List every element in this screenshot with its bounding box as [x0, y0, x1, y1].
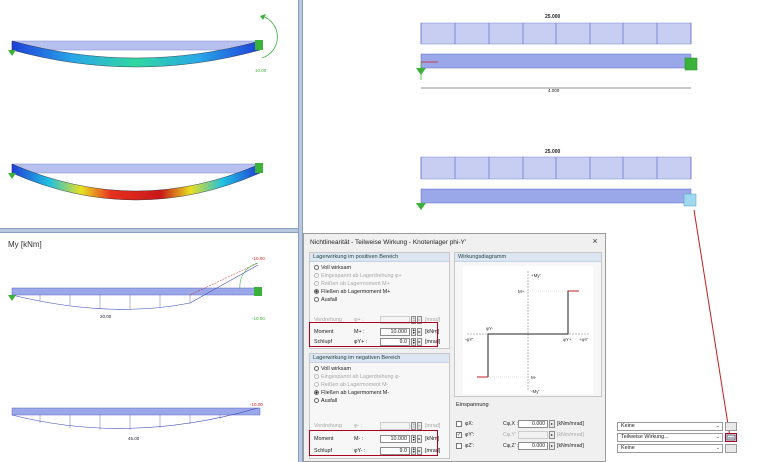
support-right-icon-2 — [255, 163, 263, 173]
close-icon[interactable]: × — [590, 236, 600, 246]
radio-icon — [314, 382, 319, 387]
clamp-row-phi-z: φZ': Cφ,Z' : 0.000 ▸ [kNm/mrad] — [456, 442, 602, 450]
clamp-row-phi-x: φX: Cφ,X : 0.000 ▸ [kNm/mrad] — [456, 420, 602, 428]
axis-bottom-label: -My' — [531, 389, 539, 394]
neg-option-clamped[interactable]: Eingespannt ab Lagerdrehung φ- — [314, 374, 400, 381]
moment-support-left-icon — [8, 295, 16, 301]
arrow-right-icon[interactable]: ▸ — [549, 442, 555, 450]
beam-undeformed — [11, 40, 261, 51]
m-plus-label: M+ — [518, 289, 525, 294]
neg-rotation-input[interactable] — [380, 422, 410, 430]
neg-option-tearing[interactable]: Reißen ab Lagermoment M- — [314, 382, 388, 389]
phi-minus-label: φY- — [486, 326, 494, 331]
view-title: My [kNm] — [8, 240, 42, 249]
radio-icon — [314, 297, 319, 302]
clamp-row-phi-y: ✓ φY': Cφ,Y' : ▸ [kNm/mrad] — [456, 431, 584, 439]
moment-graphic: 20.00 -10.00 -10.00 45.00 -10.00 — [8, 256, 265, 441]
m-minus-label: M- — [531, 375, 537, 380]
axis-top-label: +My' — [531, 273, 541, 278]
nonlinearity-combo-z[interactable]: Keine ⌄ — [617, 444, 723, 453]
spin-icon[interactable]: ▲ ▼ — [411, 422, 416, 430]
edit-nonlinearity-x-button[interactable] — [725, 422, 737, 431]
moment-beam-2 — [11, 407, 261, 416]
edit-nonlinearity-y-button[interactable] — [725, 433, 737, 442]
model-support-right-icon — [684, 57, 698, 71]
moment-support-right-icon — [254, 287, 262, 296]
effect-diagram-panel: Wirkungsdiagramm +My' -My' -φY' +φY' M+ … — [454, 252, 602, 397]
pos-option-full[interactable]: Voll wirksam — [314, 265, 351, 272]
beam-undeformed-2 — [11, 163, 261, 174]
chevron-down-icon: ⌄ — [715, 434, 720, 440]
radio-icon — [314, 374, 319, 379]
clamp-phi-x-input[interactable]: 0.000 — [518, 420, 548, 428]
chevron-down-icon: ⌄ — [715, 445, 720, 451]
model-beam-1 — [420, 53, 692, 69]
arrow-right-icon[interactable]: ▸ — [417, 422, 422, 430]
clamp-phi-y-input[interactable] — [518, 431, 548, 439]
negative-range-header: Lagerwirkung im negativen Bereich — [310, 354, 449, 363]
radio-icon — [314, 273, 319, 278]
clamp-phi-z-input[interactable]: 0.000 — [518, 442, 548, 450]
edit-icon — [726, 434, 736, 441]
clamp-phi-y-checkbox[interactable]: ✓ — [456, 432, 462, 438]
clamp-phi-x-checkbox[interactable] — [456, 421, 462, 427]
neg-option-failure[interactable]: Ausfall — [314, 398, 337, 405]
axis-right-label: +φY' — [579, 337, 589, 342]
deformation-view[interactable]: 10.00 — [0, 0, 298, 228]
moment-right-value-2: -10.00 — [250, 402, 263, 407]
nonlinearity-combo-x[interactable]: Keine ⌄ — [617, 422, 723, 431]
neg-option-full[interactable]: Voll wirksam — [314, 366, 351, 373]
moment-mid-value-2: 45.00 — [128, 436, 140, 441]
clamping-title: Einspannung — [456, 402, 489, 408]
neg-option-yielding[interactable]: Fließen ab Lagermoment M- — [314, 390, 389, 397]
clamping-group: Einspannung φX: Cφ,X : 0.000 ▸ [kNm/mrad… — [454, 402, 602, 460]
arrow-right-icon[interactable]: ▸ — [549, 420, 555, 428]
radio-icon — [314, 281, 319, 286]
radio-selected-icon — [314, 289, 319, 294]
model-support-right-2-icon[interactable] — [683, 193, 697, 207]
deformation-graphic: 10.00 — [8, 14, 278, 201]
positive-range-header: Lagerwirkung im positiven Bereich — [310, 253, 449, 262]
moment-curve-1 — [11, 264, 259, 310]
pos-option-failure[interactable]: Ausfall — [314, 297, 337, 304]
model-beam-2 — [420, 188, 692, 204]
edit-nonlinearity-z-button[interactable] — [725, 444, 737, 453]
effect-diagram: +My' -My' -φY' +φY' M+ M- φY- φY+ — [463, 266, 593, 394]
radio-icon — [314, 398, 319, 403]
load-value-1: 25.000 — [545, 14, 561, 20]
span-dimension: 4.000 — [548, 88, 560, 93]
moment-right-top-value: -10.00 — [252, 256, 265, 261]
moment-mid-value-1: 20.00 — [100, 314, 112, 319]
dialog-title: Nichtlinearität - Teilweise Wirkung - Kn… — [310, 239, 467, 246]
moment-beam-1 — [11, 287, 261, 296]
moment-view[interactable]: 20.00 -10.00 -10.00 45.00 -10.00 My [kNm… — [0, 233, 298, 462]
moment-right-bottom-value: -10.00 — [252, 316, 265, 321]
arrow-right-icon[interactable]: ▸ — [549, 431, 555, 439]
model-support-left-2-icon — [416, 203, 426, 210]
rotation-arc-icon — [261, 15, 278, 59]
phi-plus-label: φY+ — [563, 337, 572, 342]
neg-highlight-box — [309, 430, 438, 456]
callout-arrow — [693, 209, 731, 438]
clamp-phi-z-checkbox[interactable] — [456, 443, 462, 449]
rotation-arc-2-icon — [239, 262, 259, 290]
pos-highlight-box — [309, 322, 438, 347]
pos-option-clamped[interactable]: Eingespannt ab Lagerdrehung φ+ — [314, 273, 402, 280]
support-left-icon-2 — [8, 173, 16, 179]
pos-option-tearing[interactable]: Reißen ab Lagermoment M+ — [314, 281, 390, 288]
chevron-down-icon: ⌄ — [715, 423, 720, 429]
load-value-2: 25.000 — [545, 149, 561, 155]
radio-selected-icon — [314, 390, 319, 395]
pos-option-yielding[interactable]: Fließen ab Lagermoment M+ — [314, 289, 390, 296]
radio-icon — [314, 265, 319, 270]
effect-diagram-header: Wirkungsdiagramm — [455, 253, 601, 262]
support-left-icon — [8, 50, 16, 56]
radio-icon — [314, 366, 319, 371]
rotation-value: 10.00 — [255, 68, 267, 73]
neg-rotation-field: Verdrehung φ- : ▲ ▼ ▸ [mrad] — [314, 422, 441, 430]
support-right-icon — [255, 40, 263, 50]
nonlinearity-combo-y[interactable]: Teilweise Wirkung... ⌄ — [617, 433, 723, 442]
axis-left-label: -φY' — [465, 337, 473, 342]
nonlinearity-dialog: Nichtlinearität - Teilweise Wirkung - Kn… — [303, 233, 606, 462]
